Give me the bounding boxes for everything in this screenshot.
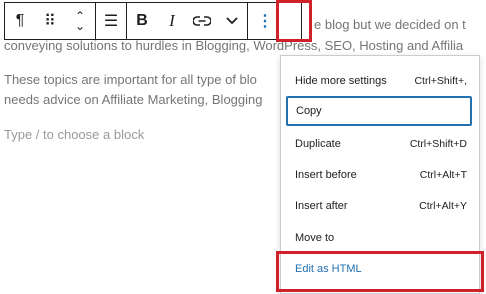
menu-item-label: Move to — [295, 232, 335, 244]
align-icon[interactable]: ☰ — [96, 3, 126, 39]
menu-item-shortcut: Ctrl+Alt+Y — [419, 200, 467, 212]
paragraph-text: needs advice on Affiliate Marketing, Blo… — [4, 92, 263, 107]
toolbar-group-block: ¶ ⠿ ⌃ ⌄ — [5, 3, 96, 39]
menu-item-shortcut: Ctrl+Alt+T — [419, 169, 467, 181]
menu-item-label: Insert after — [295, 200, 348, 212]
menu-item-label: Insert before — [295, 169, 357, 181]
paragraph-text: conveying solutions to hurdles in Bloggi… — [4, 38, 464, 53]
toolbar-group-align: ☰ — [96, 3, 127, 39]
menu-item-hide-settings[interactable]: Hide more settings Ctrl+Shift+, — [287, 68, 475, 94]
menu-item-label: Duplicate — [295, 138, 341, 150]
menu-item-label: Copy — [296, 105, 322, 117]
highlight-edit-as-html — [276, 251, 484, 292]
toolbar-group-format: B I — [127, 3, 248, 39]
paragraph-icon[interactable]: ¶ — [5, 3, 35, 39]
paragraph-text-fragment: e blog but we decided on t — [314, 17, 466, 32]
menu-item-insert-before[interactable]: Insert before Ctrl+Alt+T — [287, 162, 475, 188]
menu-item-shortcut: Ctrl+Shift+D — [409, 138, 467, 150]
drag-handle-icon[interactable]: ⠿ — [35, 3, 65, 39]
link-icon-svg — [193, 16, 211, 26]
block-placeholder[interactable]: Type / to choose a block — [4, 127, 144, 142]
menu-item-duplicate[interactable]: Duplicate Ctrl+Shift+D — [287, 131, 475, 157]
menu-item-insert-after[interactable]: Insert after Ctrl+Alt+Y — [287, 193, 475, 219]
block-toolbar: ¶ ⠿ ⌃ ⌄ ☰ B I ⋮ — [4, 2, 302, 40]
bold-button[interactable]: B — [127, 3, 157, 39]
menu-item-shortcut: Ctrl+Shift+, — [414, 75, 467, 87]
chevron-svg — [226, 17, 238, 25]
menu-item-move-to[interactable]: Move to — [287, 225, 475, 251]
chevron-down-icon[interactable] — [217, 3, 247, 39]
link-icon[interactable] — [187, 3, 217, 39]
menu-item-copy[interactable]: Copy — [286, 96, 472, 126]
highlight-more-options — [276, 0, 312, 42]
menu-item-label: Hide more settings — [295, 75, 387, 87]
paragraph-text: These topics are important for all type … — [4, 72, 257, 87]
move-up-down-icon[interactable]: ⌃ ⌄ — [65, 3, 95, 39]
italic-button[interactable]: I — [157, 3, 187, 39]
